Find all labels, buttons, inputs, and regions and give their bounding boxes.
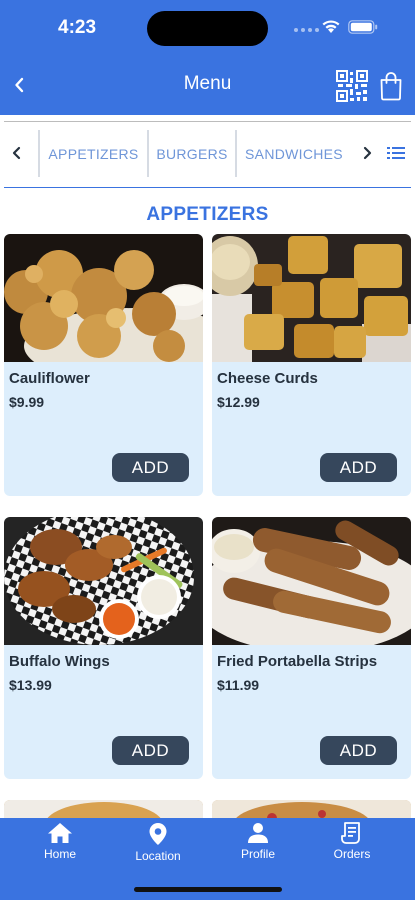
item-price: $12.99 (217, 394, 260, 410)
tab-home-label: Home (43, 847, 76, 861)
tab-orders-label: Orders (333, 847, 371, 861)
add-button[interactable]: ADD (320, 736, 397, 765)
app-header: 4:23 Menu (0, 0, 415, 115)
shopping-bag-icon (380, 72, 402, 101)
item-name: Fried Portabella Strips (217, 653, 378, 670)
status-bar: 4:23 (0, 0, 415, 56)
menu-item-card[interactable]: Cauliflower $9.99 ADD (4, 234, 203, 496)
divider (4, 187, 411, 188)
bottom-tab-bar: Home Location Profile Orders (0, 818, 415, 900)
tab-location[interactable]: Location (113, 820, 203, 868)
divider (4, 121, 411, 122)
home-icon (48, 823, 72, 843)
tab-orders[interactable]: Orders (307, 820, 397, 868)
tab-profile[interactable]: Profile (213, 820, 303, 868)
add-button[interactable]: ADD (112, 453, 189, 482)
item-price: $11.99 (217, 677, 260, 693)
tab-appetizers[interactable]: APPETIZERS (40, 130, 147, 177)
category-bar: APPETIZERS BURGERS SANDWICHES (0, 115, 415, 190)
menu-item-card[interactable]: Fried Portabella Strips $11.99 ADD (212, 517, 411, 779)
tab-profile-label: Profile (240, 847, 275, 861)
home-indicator (134, 887, 282, 892)
food-image-buffalo-wings (4, 517, 203, 645)
food-image-cauliflower (4, 234, 203, 362)
food-image-cheese-curds (212, 234, 411, 362)
item-price: $9.99 (9, 394, 45, 410)
category-next-button[interactable] (358, 143, 376, 163)
tab-burgers[interactable]: BURGERS (149, 130, 235, 177)
category-prev-button[interactable] (8, 143, 26, 163)
menu-item-card[interactable]: Cheese Curds $12.99 ADD (212, 234, 411, 496)
tab-location-label: Location (135, 849, 181, 863)
qr-code-icon (336, 70, 368, 102)
signal-icon (294, 28, 319, 32)
location-pin-icon (149, 823, 167, 845)
chevron-right-icon (363, 146, 372, 160)
item-name: Cheese Curds (217, 370, 318, 387)
chevron-left-icon (12, 146, 21, 160)
section-title: APPETIZERS (146, 204, 269, 225)
qr-code-button[interactable] (336, 70, 368, 102)
cart-button[interactable] (379, 71, 403, 101)
category-list-button[interactable] (386, 144, 406, 162)
item-name: Buffalo Wings (9, 653, 110, 670)
wifi-icon (322, 20, 340, 33)
food-image-portabella-strips (212, 517, 411, 645)
add-button[interactable]: ADD (320, 453, 397, 482)
item-price: $13.99 (9, 677, 52, 693)
battery-icon (348, 20, 378, 34)
list-icon (387, 147, 405, 159)
nav-bar: Menu (0, 62, 415, 106)
person-icon (248, 823, 268, 843)
status-time: 4:23 (58, 17, 97, 38)
receipt-icon (341, 822, 360, 844)
add-button[interactable]: ADD (112, 736, 189, 765)
tab-sandwiches[interactable]: SANDWICHES (237, 130, 351, 177)
dynamic-island (147, 11, 268, 46)
menu-item-card[interactable]: Buffalo Wings $13.99 ADD (4, 517, 203, 779)
tab-home[interactable]: Home (15, 820, 105, 868)
item-name: Cauliflower (9, 370, 90, 387)
